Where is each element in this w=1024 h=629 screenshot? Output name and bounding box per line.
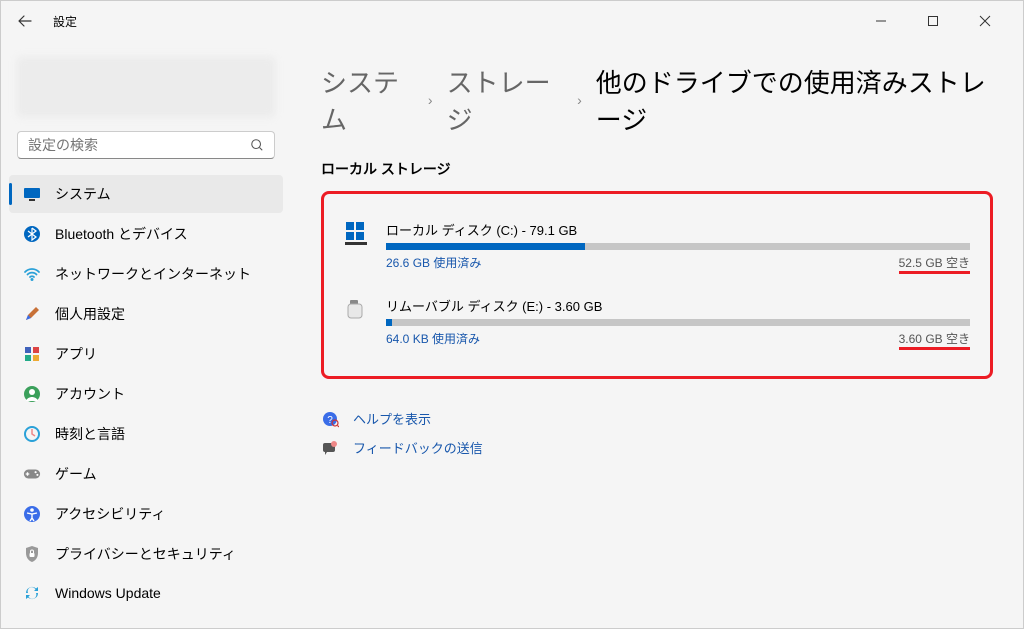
drive-title: ローカル ディスク (C:) - 79.1 GB: [386, 220, 970, 239]
update-icon: [23, 584, 41, 602]
chevron-right-icon: ›: [428, 92, 433, 108]
breadcrumb-system[interactable]: システム: [321, 63, 414, 137]
maximize-icon: [927, 15, 939, 27]
storage-bar: [386, 319, 970, 326]
drive-row[interactable]: ローカル ディスク (C:) - 79.1 GB 26.6 GB 使用済み 52…: [344, 220, 970, 274]
close-button[interactable]: [963, 6, 1007, 36]
section-title: ローカル ストレージ: [321, 159, 993, 179]
sidebar-item-accessibility[interactable]: アクセシビリティ: [9, 495, 283, 533]
display-icon: [23, 185, 41, 203]
feedback-link[interactable]: フィードバックの送信: [321, 438, 993, 457]
breadcrumb: システム › ストレージ › 他のドライブでの使用済みストレージ: [321, 63, 993, 137]
minimize-button[interactable]: [859, 6, 903, 36]
help-link[interactable]: ? ヘルプを表示: [321, 409, 993, 428]
sidebar-item-gaming[interactable]: ゲーム: [9, 455, 283, 493]
accessibility-icon: [23, 505, 41, 523]
bluetooth-icon: [23, 225, 41, 243]
storage-bar-fill: [386, 319, 392, 326]
drive-row[interactable]: リムーバブル ディスク (E:) - 3.60 GB 64.0 KB 使用済み …: [344, 296, 970, 350]
removable-disk-icon: [344, 296, 370, 322]
arrow-left-icon: [17, 13, 33, 29]
help-label: ヘルプを表示: [353, 409, 431, 428]
search-input[interactable]: [28, 137, 250, 153]
sidebar-item-label: Bluetooth とデバイス: [55, 224, 188, 244]
content-area: システム Bluetooth とデバイス ネットワークとインターネット 個人用設…: [1, 41, 1023, 628]
sidebar-item-label: ゲーム: [55, 464, 97, 484]
profile-section[interactable]: [17, 57, 275, 117]
sidebar-item-system[interactable]: システム: [9, 175, 283, 213]
sidebar-item-label: 個人用設定: [55, 304, 125, 324]
breadcrumb-storage[interactable]: ストレージ: [447, 63, 564, 137]
maximize-button[interactable]: [911, 6, 955, 36]
chevron-right-icon: ›: [577, 92, 582, 108]
close-icon: [979, 15, 991, 27]
sidebar-item-label: Windows Update: [55, 585, 161, 601]
breadcrumb-current: 他のドライブでの使用済みストレージ: [596, 63, 993, 137]
sidebar-item-label: ネットワークとインターネット: [55, 264, 251, 284]
sidebar-item-label: プライバシーとセキュリティ: [55, 544, 236, 564]
sidebar-item-label: アカウント: [55, 384, 125, 404]
sidebar-item-time-language[interactable]: 時刻と言語: [9, 415, 283, 453]
drive-body: リムーバブル ディスク (E:) - 3.60 GB 64.0 KB 使用済み …: [386, 296, 970, 350]
sidebar-item-label: システム: [55, 184, 111, 204]
settings-window: 設定 システム Blue: [0, 0, 1024, 629]
gamepad-icon: [23, 465, 41, 483]
sidebar-item-accounts[interactable]: アカウント: [9, 375, 283, 413]
used-link[interactable]: 64.0 KB 使用済み: [386, 330, 480, 350]
main-panel: システム › ストレージ › 他のドライブでの使用済みストレージ ローカル スト…: [291, 41, 1023, 628]
free-space: 52.5 GB 空き: [899, 254, 970, 274]
feedback-label: フィードバックの送信: [353, 438, 483, 457]
titlebar: 設定: [1, 1, 1023, 41]
sidebar-item-network[interactable]: ネットワークとインターネット: [9, 255, 283, 293]
used-link[interactable]: 26.6 GB 使用済み: [386, 254, 481, 274]
drive-body: ローカル ディスク (C:) - 79.1 GB 26.6 GB 使用済み 52…: [386, 220, 970, 274]
clock-globe-icon: [23, 425, 41, 443]
sidebar-item-apps[interactable]: アプリ: [9, 335, 283, 373]
free-space: 3.60 GB 空き: [899, 330, 970, 350]
sidebar: システム Bluetooth とデバイス ネットワークとインターネット 個人用設…: [1, 41, 291, 628]
window-title: 設定: [53, 13, 77, 30]
sidebar-item-label: アクセシビリティ: [55, 504, 165, 524]
search-box[interactable]: [17, 131, 275, 159]
drive-meta: 64.0 KB 使用済み 3.60 GB 空き: [386, 330, 970, 350]
storage-bar-fill: [386, 243, 585, 250]
sidebar-item-bluetooth[interactable]: Bluetooth とデバイス: [9, 215, 283, 253]
sidebar-item-privacy[interactable]: プライバシーとセキュリティ: [9, 535, 283, 573]
search-icon: [250, 138, 264, 152]
sidebar-item-personalization[interactable]: 個人用設定: [9, 295, 283, 333]
sidebar-item-label: アプリ: [55, 344, 97, 364]
sidebar-item-windows-update[interactable]: Windows Update: [9, 575, 283, 611]
apps-icon: [23, 345, 41, 363]
storage-bar: [386, 243, 970, 250]
wifi-icon: [23, 265, 41, 283]
brush-icon: [23, 305, 41, 323]
person-icon: [23, 385, 41, 403]
feedback-icon: [321, 439, 339, 457]
help-icon: ?: [321, 410, 339, 428]
minimize-icon: [875, 15, 887, 27]
local-disk-icon: [344, 220, 370, 246]
window-controls: [859, 6, 1015, 36]
highlight-annotation: ローカル ディスク (C:) - 79.1 GB 26.6 GB 使用済み 52…: [321, 191, 993, 379]
shield-icon: [23, 545, 41, 563]
sidebar-item-label: 時刻と言語: [55, 424, 125, 444]
drive-title: リムーバブル ディスク (E:) - 3.60 GB: [386, 296, 970, 315]
drive-meta: 26.6 GB 使用済み 52.5 GB 空き: [386, 254, 970, 274]
back-button[interactable]: [9, 5, 41, 37]
